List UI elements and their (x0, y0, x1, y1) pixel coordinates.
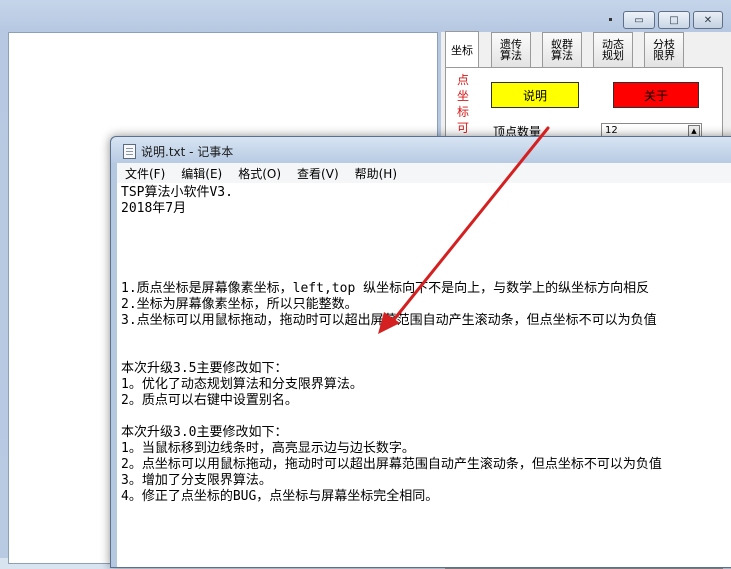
text-line: 2。点坐标可以用鼠标拖动，拖动时可以超出屏幕范围自动产生滚动条，但点坐标不可以为… (121, 457, 662, 472)
text-line: TSP算法小软件V3. (121, 185, 233, 200)
text-line (121, 329, 731, 345)
text-line (121, 265, 731, 281)
notepad-title: 说明.txt - 记事本 (141, 145, 234, 159)
text-line: 1.质点坐标是屏幕像素坐标，left,top 纵坐标向下不是向上，与数学上的纵坐… (121, 281, 650, 296)
close-button[interactable]: ✕ (693, 11, 723, 29)
explain-button[interactable]: 说明 (491, 82, 579, 108)
text-line: 4。修正了点坐标的BUG，点坐标与屏幕坐标完全相同。 (121, 489, 439, 504)
text-line (121, 249, 731, 265)
text-line: 2。质点可以右键中设置别名。 (121, 393, 298, 408)
menu-help[interactable]: 帮助(H) (347, 165, 405, 182)
text-line: 3.点坐标可以用鼠标拖动，拖动时可以超出屏幕范围自动产生滚动条，但点坐标不可以为… (121, 313, 657, 328)
about-button[interactable]: 关于 (613, 82, 699, 108)
text-line (121, 217, 731, 233)
vertex-count-value: 12 (605, 125, 618, 136)
text-line: 本次升级3.0主要修改如下： (121, 425, 288, 440)
tab-ant-colony[interactable]: 蚁群 算法 (542, 32, 582, 67)
text-line (121, 345, 731, 361)
notepad-titlebar[interactable]: 说明.txt - 记事本 (111, 137, 731, 163)
minimize-icon: ▭ (634, 14, 644, 26)
menu-bar: 文件(F) 编辑(E) 格式(O) 查看(V) 帮助(H) (117, 163, 731, 184)
text-editor[interactable]: TSP算法小软件V3. 2018年7月 1.质点坐标是屏幕像素坐标，left,top… (117, 183, 731, 567)
document-icon (123, 144, 136, 159)
tab-dynamic-programming[interactable]: 动态 规划 (593, 32, 633, 67)
tab-genetic-algorithm[interactable]: 遗传 算法 (491, 32, 531, 67)
text-line (121, 409, 731, 425)
text-line: 2.坐标为屏幕像素坐标，所以只能整数。 (121, 297, 358, 312)
maximize-button[interactable]: □ (658, 11, 690, 29)
tab-branch-and-bound[interactable]: 分枝 限界 (644, 32, 684, 67)
text-line: 3。增加了分支限界算法。 (121, 473, 272, 488)
title-dot (609, 18, 612, 21)
text-line: 本次升级3.5主要修改如下： (121, 361, 288, 376)
menu-view[interactable]: 查看(V) (289, 165, 347, 182)
tab-coordinates[interactable]: 坐标 (445, 31, 479, 68)
text-line: 1。当鼠标移到边线条时，高亮显示边与边长数字。 (121, 441, 415, 456)
menu-file[interactable]: 文件(F) (117, 165, 173, 182)
menu-edit[interactable]: 编辑(E) (173, 165, 230, 182)
text-line: 2018年7月 (121, 201, 187, 216)
close-icon: ✕ (703, 14, 713, 26)
notepad-window: 说明.txt - 记事本 文件(F) 编辑(E) 格式(O) 查看(V) 帮助(… (110, 136, 731, 568)
text-line (121, 233, 731, 249)
minimize-button[interactable]: ▭ (623, 11, 655, 29)
maximize-icon: □ (669, 14, 679, 26)
text-line: 1。优化了动态规划算法和分支限界算法。 (121, 377, 363, 392)
menu-format[interactable]: 格式(O) (230, 165, 289, 182)
